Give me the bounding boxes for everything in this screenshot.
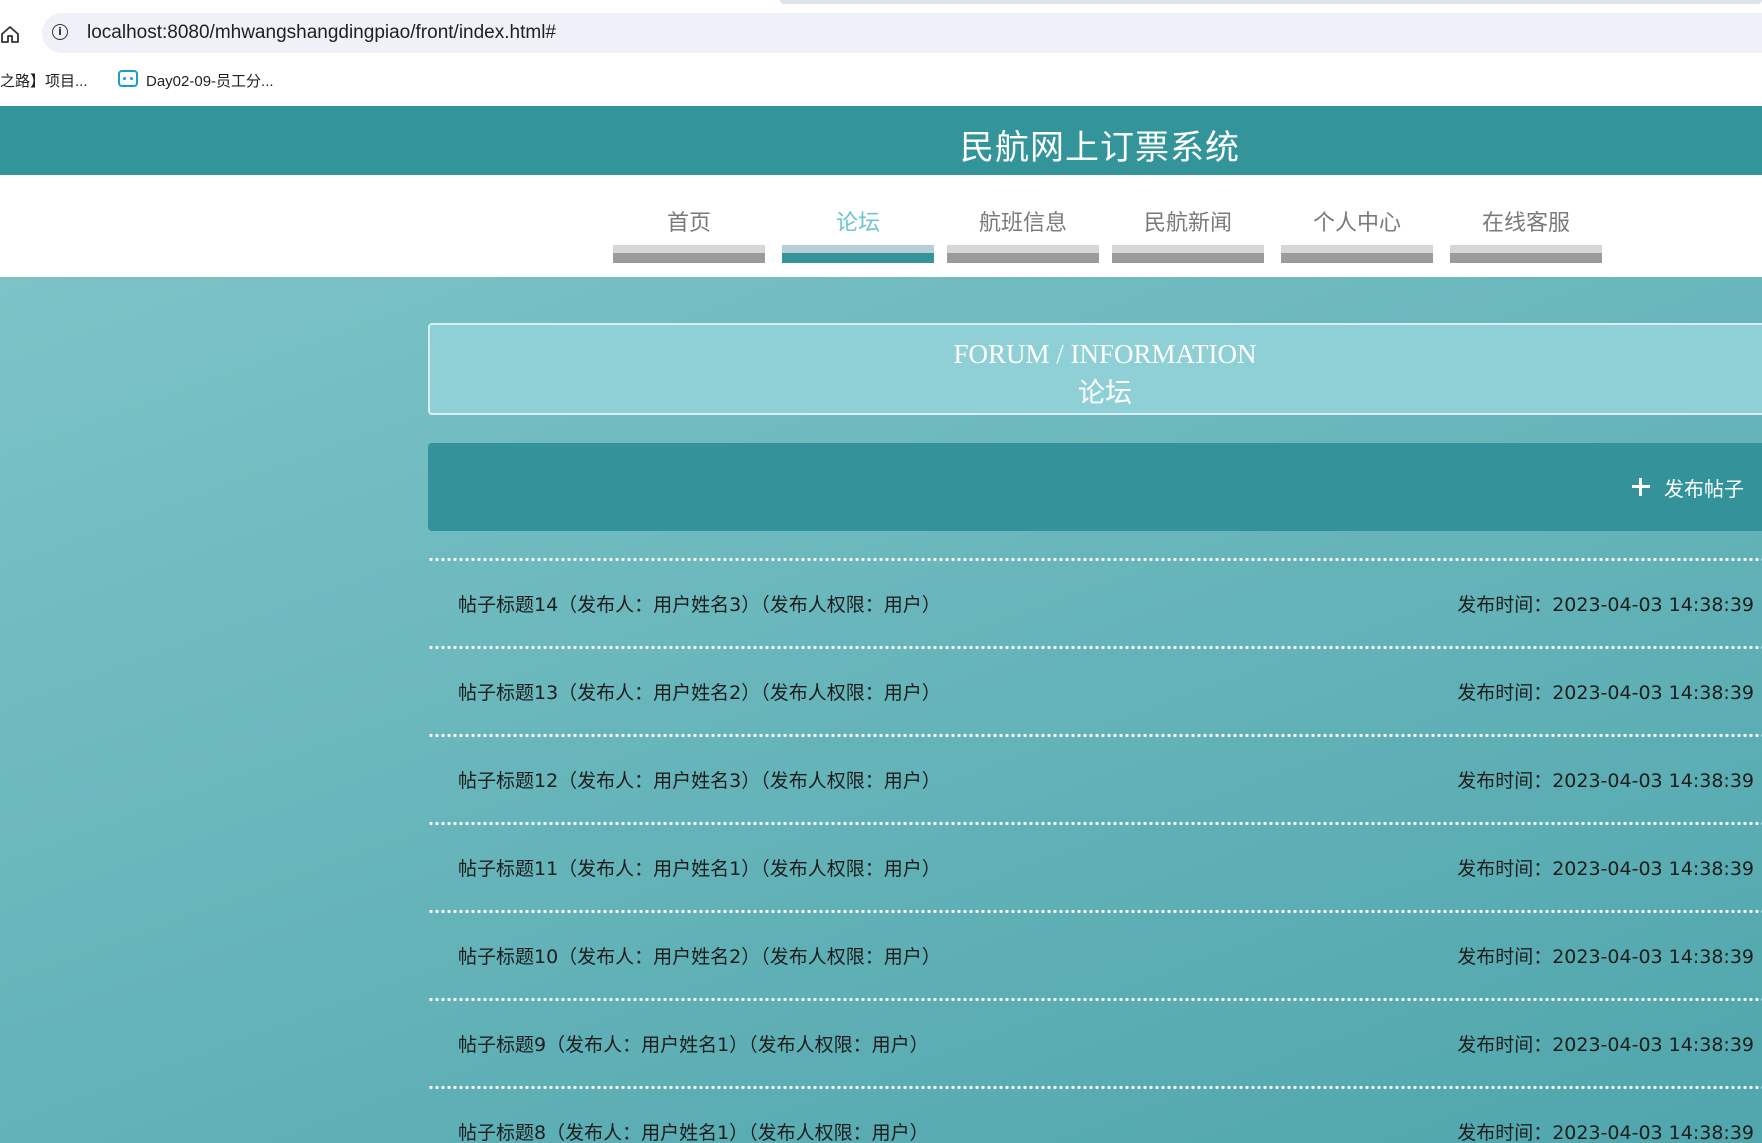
site-info-icon[interactable]: i	[52, 24, 68, 40]
post-list: 帖子标题14（发布人：用户姓名3）（发布人权限：用户） 发布时间：2023-04…	[428, 557, 1762, 1143]
nav-item-news[interactable]: 民航新闻	[1112, 175, 1264, 263]
nav-item-label: 个人中心	[1312, 211, 1401, 236]
post-row[interactable]: 帖子标题13（发布人：用户姓名2）（发布人权限：用户） 发布时间：2023-04…	[428, 650, 1762, 733]
post-row[interactable]: 帖子标题12（发布人：用户姓名3）（发布人权限：用户） 发布时间：2023-04…	[428, 738, 1762, 821]
post-time: 发布时间：2023-04-03 14:38:39	[1457, 1122, 1754, 1143]
nav-underline-top	[1112, 245, 1264, 253]
site-header: 民航网上订票系统	[0, 106, 1762, 175]
nav-item-support[interactable]: 在线客服	[1450, 175, 1602, 263]
plus-icon	[1632, 478, 1650, 496]
post-title[interactable]: 帖子标题13（发布人：用户姓名2）（发布人权限：用户）	[458, 678, 941, 705]
post-title[interactable]: 帖子标题14（发布人：用户姓名3）（发布人权限：用户）	[458, 590, 941, 617]
post-time: 发布时间：2023-04-03 14:38:39	[1457, 1034, 1754, 1056]
nav-underline-bottom	[613, 253, 765, 263]
nav-underline-top	[1281, 245, 1433, 253]
nav-underline-top	[947, 245, 1099, 253]
browser-tabstrip	[0, 0, 1762, 10]
nav-item-label: 论坛	[835, 211, 880, 236]
nav-item-forum[interactable]: 论坛	[782, 175, 934, 263]
post-time: 发布时间：2023-04-03 14:38:39	[1457, 594, 1754, 616]
post-time: 发布时间：2023-04-03 14:38:39	[1457, 858, 1754, 880]
main-content: FORUM / INFORMATION 论坛 发布帖子 帖子标题14（发布人：用…	[0, 277, 1762, 1143]
nav-underline-bottom	[1450, 253, 1602, 263]
nav-underline-bottom	[782, 253, 934, 263]
tab-edge	[780, 0, 1762, 4]
publish-post-label: 发布帖子	[1664, 476, 1744, 501]
bilibili-icon	[118, 70, 138, 87]
bookmark-item[interactable]: 之路】项目...	[0, 70, 88, 91]
nav-item-flights[interactable]: 航班信息	[947, 175, 1099, 263]
post-row[interactable]: 帖子标题8（发布人：用户姓名1）（发布人权限：用户） 发布时间：2023-04-…	[428, 1090, 1762, 1143]
nav-underline-bottom	[947, 253, 1099, 263]
main-nav: 首页 论坛 航班信息 民航新闻 个人中心 在线客服	[0, 175, 1762, 277]
url-text[interactable]: localhost:8080/mhwangshangdingpiao/front…	[87, 22, 556, 44]
nav-item-label: 航班信息	[978, 211, 1067, 236]
bookmarks-bar: 之路】项目... Day02-09-员工分...	[0, 62, 1762, 98]
post-title[interactable]: 帖子标题11（发布人：用户姓名1）（发布人权限：用户）	[458, 854, 941, 881]
nav-item-label: 首页	[666, 211, 711, 236]
post-time: 发布时间：2023-04-03 14:38:39	[1457, 770, 1754, 792]
post-row[interactable]: 帖子标题10（发布人：用户姓名2）（发布人权限：用户） 发布时间：2023-04…	[428, 914, 1762, 997]
nav-underline-bottom	[1281, 253, 1433, 263]
post-title[interactable]: 帖子标题10（发布人：用户姓名2）（发布人权限：用户）	[458, 942, 941, 969]
nav-underline-bottom	[1112, 253, 1264, 263]
forum-action-bar: 发布帖子	[428, 443, 1762, 531]
nav-underline-top	[613, 245, 765, 253]
post-title[interactable]: 帖子标题8（发布人：用户姓名1）（发布人权限：用户）	[458, 1118, 929, 1143]
post-title[interactable]: 帖子标题12（发布人：用户姓名3）（发布人权限：用户）	[458, 766, 941, 793]
post-row[interactable]: 帖子标题14（发布人：用户姓名3）（发布人权限：用户） 发布时间：2023-04…	[428, 562, 1762, 645]
section-title-en: FORUM / INFORMATION	[953, 339, 1257, 369]
post-time: 发布时间：2023-04-03 14:38:39	[1457, 946, 1754, 968]
publish-post-button[interactable]: 发布帖子	[1632, 473, 1744, 501]
post-title[interactable]: 帖子标题9（发布人：用户姓名1）（发布人权限：用户）	[458, 1030, 929, 1057]
home-icon[interactable]	[0, 24, 20, 44]
nav-underline-top	[1450, 245, 1602, 253]
nav-item-profile[interactable]: 个人中心	[1281, 175, 1433, 263]
bookmark-item[interactable]: Day02-09-员工分...	[146, 70, 274, 91]
section-title-box: FORUM / INFORMATION 论坛	[428, 323, 1762, 415]
section-title-cn: 论坛	[1078, 378, 1132, 409]
post-row[interactable]: 帖子标题11（发布人：用户姓名1）（发布人权限：用户） 发布时间：2023-04…	[428, 826, 1762, 909]
nav-item-label: 民航新闻	[1143, 211, 1232, 236]
nav-item-home[interactable]: 首页	[613, 175, 765, 263]
nav-item-label: 在线客服	[1481, 211, 1570, 236]
post-row[interactable]: 帖子标题9（发布人：用户姓名1）（发布人权限：用户） 发布时间：2023-04-…	[428, 1002, 1762, 1085]
site-title: 民航网上订票系统	[960, 128, 1240, 168]
nav-underline-top	[782, 245, 934, 253]
post-time: 发布时间：2023-04-03 14:38:39	[1457, 682, 1754, 704]
